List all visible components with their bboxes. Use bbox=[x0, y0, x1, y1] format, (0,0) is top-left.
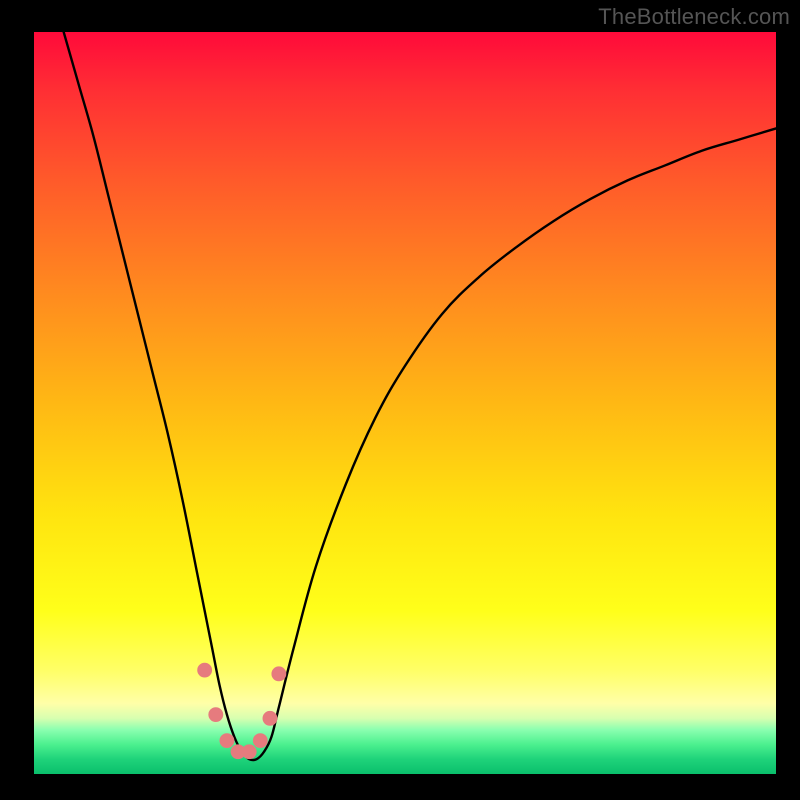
curve-svg bbox=[34, 32, 776, 774]
marker-point bbox=[242, 744, 257, 759]
watermark-text: TheBottleneck.com bbox=[598, 4, 790, 30]
marker-point bbox=[263, 711, 278, 726]
marker-point bbox=[220, 733, 235, 748]
plot-area bbox=[34, 32, 776, 774]
marker-point bbox=[197, 663, 212, 678]
bottleneck-curve bbox=[64, 32, 776, 760]
marker-group bbox=[197, 663, 286, 759]
chart-frame: TheBottleneck.com bbox=[0, 0, 800, 800]
marker-point bbox=[253, 733, 268, 748]
marker-point bbox=[271, 666, 286, 681]
marker-point bbox=[208, 707, 223, 722]
